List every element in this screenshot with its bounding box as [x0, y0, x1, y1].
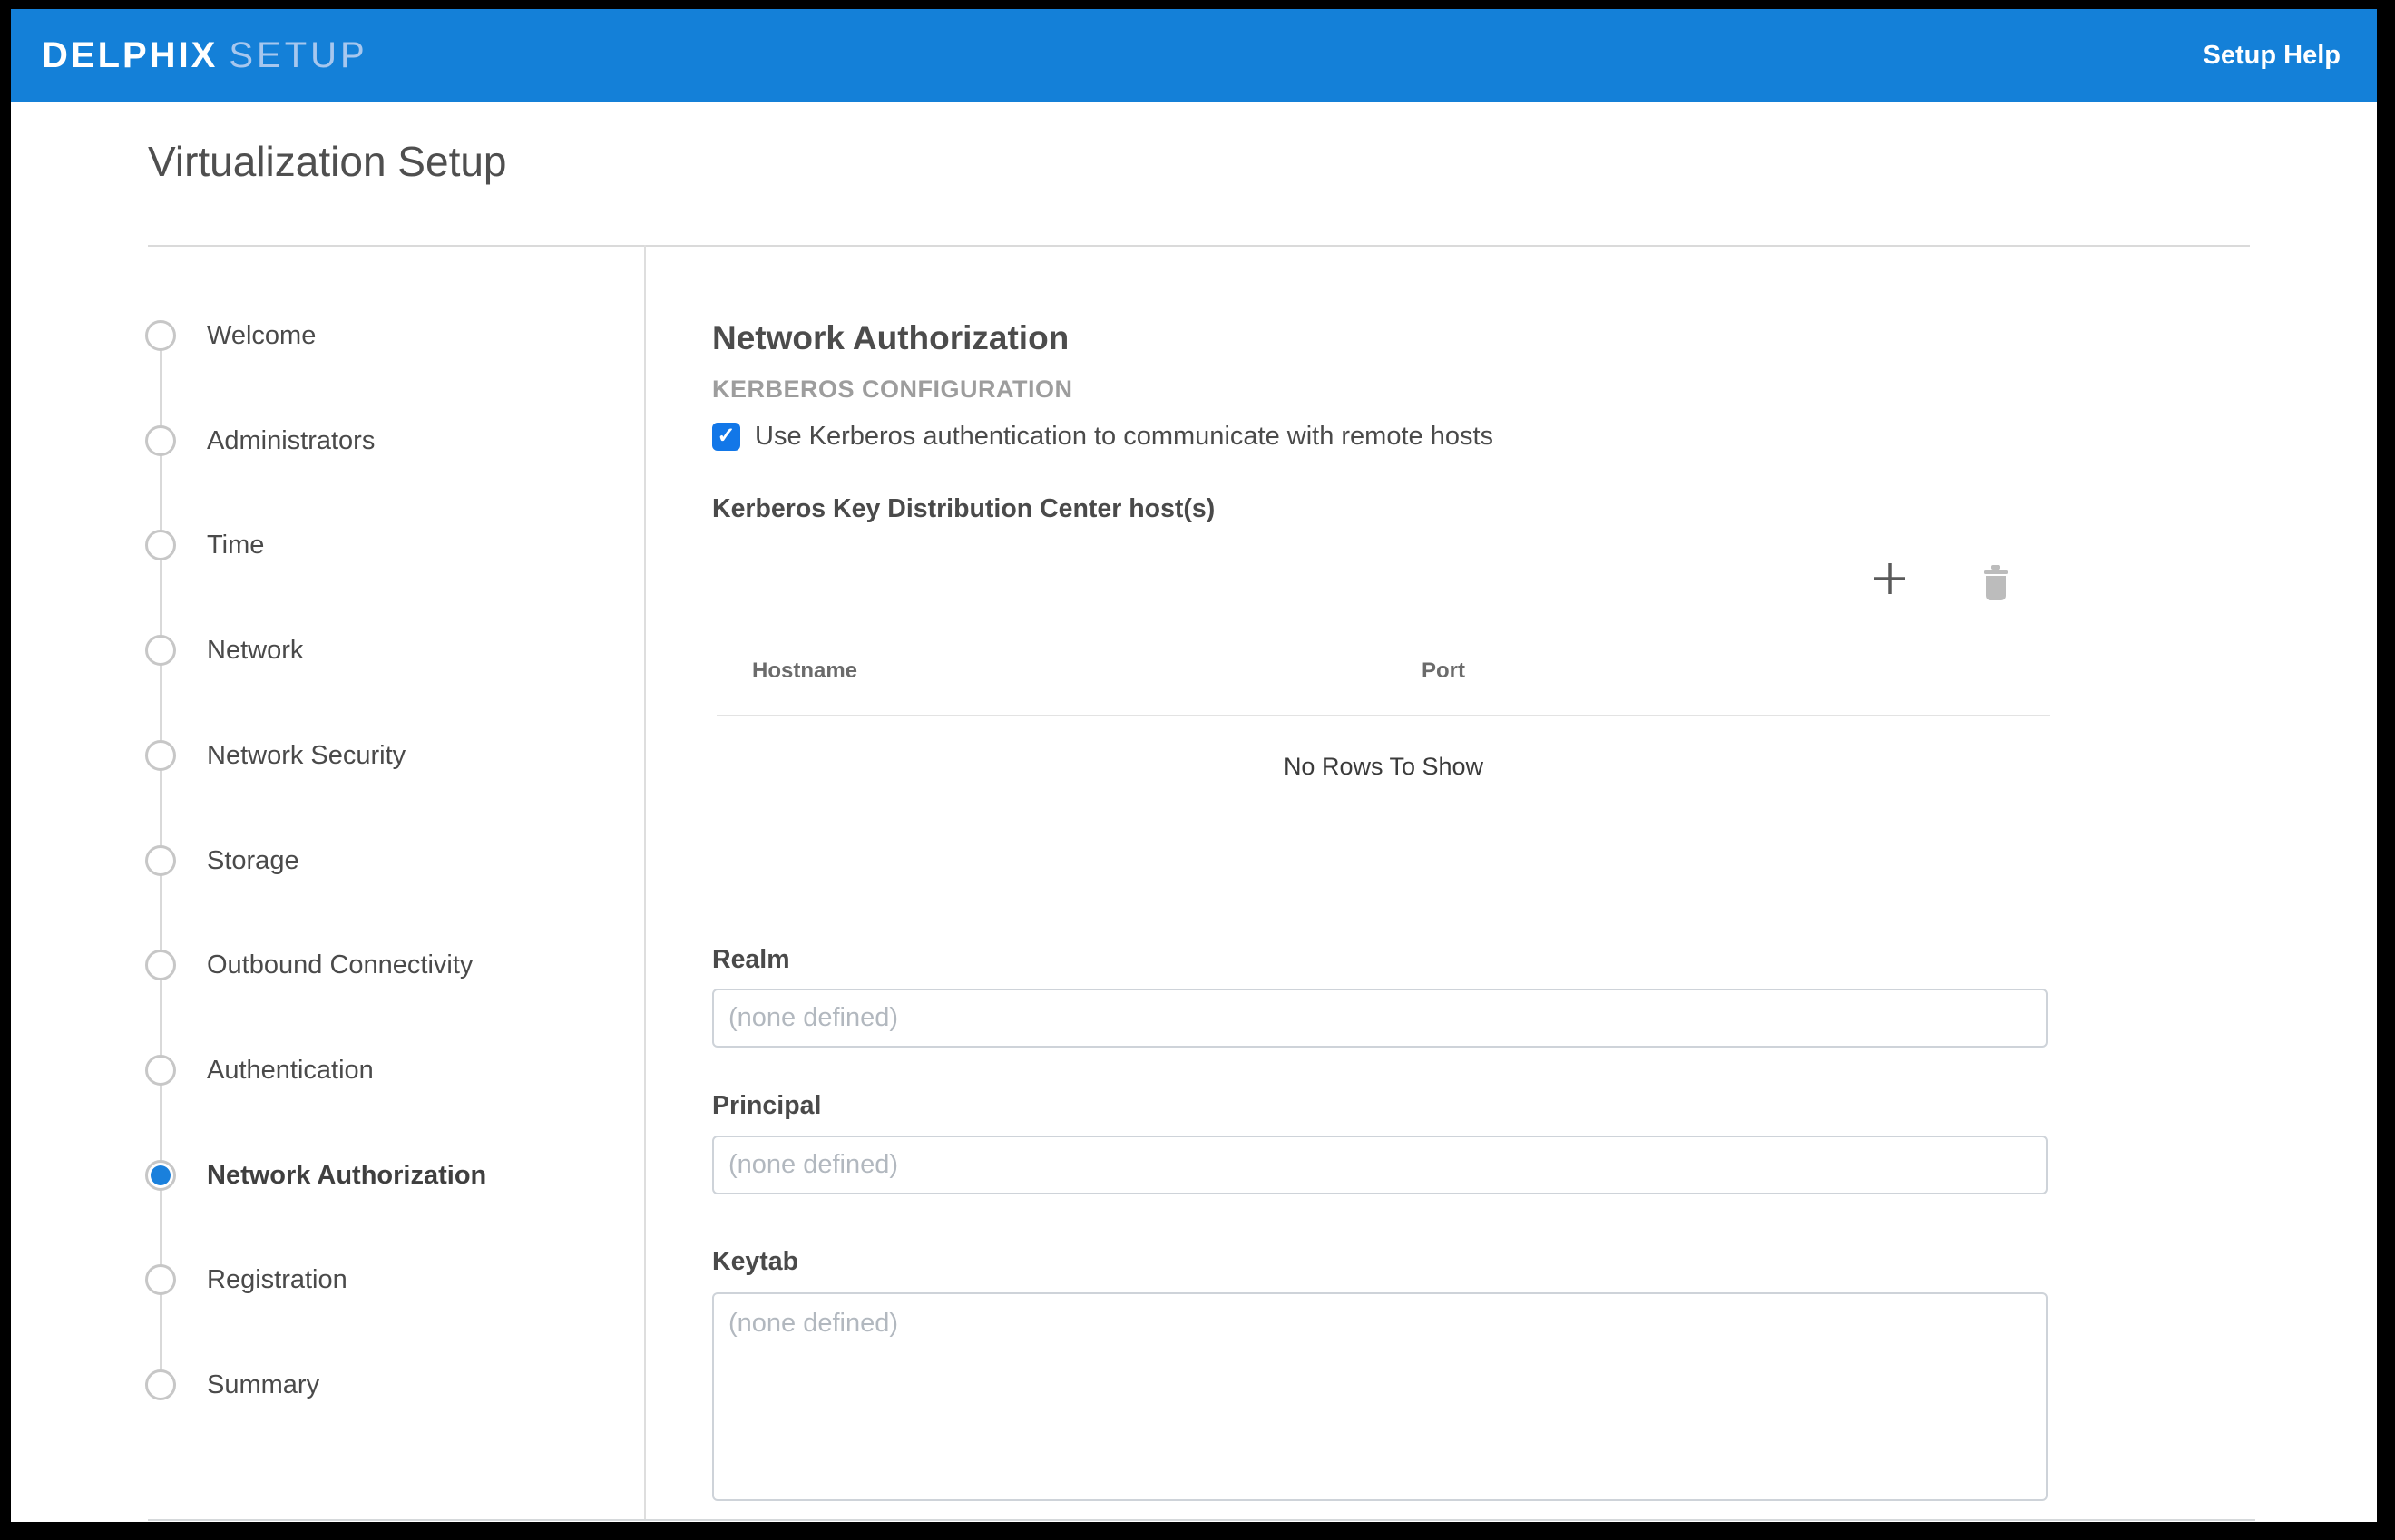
table-column-port: Port [1422, 658, 1465, 684]
table-header-divider [717, 715, 2050, 716]
setup-stepper: Welcome Administrators Time Network Netw… [11, 9, 644, 1522]
step-circle-icon [145, 635, 176, 666]
principal-input[interactable] [712, 1136, 2048, 1194]
sidebar-item-welcome[interactable]: Welcome [11, 312, 637, 359]
sidebar-item-time[interactable]: Time [11, 521, 637, 569]
sidebar-item-network-security[interactable]: Network Security [11, 732, 637, 779]
sidebar-item-label: Network [207, 636, 303, 666]
sidebar-item-network-authorization[interactable]: Network Authorization [11, 1152, 637, 1199]
sidebar-item-label: Summary [207, 1370, 319, 1400]
sidebar-item-registration[interactable]: Registration [11, 1256, 637, 1303]
step-circle-icon [145, 950, 176, 980]
step-circle-icon [145, 425, 176, 456]
realm-input[interactable] [712, 989, 2048, 1048]
setup-help-link[interactable]: Setup Help [2204, 9, 2341, 102]
screenshot-frame: DELPHIX SETUP Setup Help Virtualization … [0, 0, 2395, 1540]
add-kdc-host-button[interactable] [1870, 559, 1910, 599]
sidebar-item-authentication[interactable]: Authentication [11, 1047, 637, 1094]
sidebar-main-divider [644, 245, 646, 1519]
sidebar-item-label: Network Security [207, 741, 406, 771]
sidebar-item-storage[interactable]: Storage [11, 837, 637, 884]
kerberos-configuration-subheading: KERBEROS CONFIGURATION [712, 375, 1073, 404]
setup-window: DELPHIX SETUP Setup Help Virtualization … [11, 9, 2377, 1522]
table-column-hostname: Hostname [752, 658, 857, 684]
keytab-label: Keytab [712, 1247, 798, 1277]
use-kerberos-checkbox-row: ✓ Use Kerberos authentication to communi… [712, 422, 1493, 452]
use-kerberos-checkbox[interactable]: ✓ [712, 423, 740, 451]
table-empty-message: No Rows To Show [717, 753, 2050, 781]
step-circle-icon [145, 530, 176, 560]
sidebar-item-label: Time [207, 531, 264, 560]
sidebar-item-summary[interactable]: Summary [11, 1361, 637, 1408]
step-circle-icon [145, 1055, 176, 1086]
trash-icon [1980, 565, 2011, 601]
sidebar-item-label: Network Authorization [207, 1161, 486, 1191]
sidebar-item-label: Outbound Connectivity [207, 950, 473, 980]
sidebar-item-outbound-connectivity[interactable]: Outbound Connectivity [11, 941, 637, 989]
principal-label: Principal [712, 1091, 821, 1121]
step-circle-icon [145, 1369, 176, 1400]
sidebar-item-administrators[interactable]: Administrators [11, 417, 637, 464]
use-kerberos-checkbox-label: Use Kerberos authentication to communica… [755, 422, 1493, 452]
checkmark-icon: ✓ [717, 425, 735, 447]
step-circle-icon [145, 1264, 176, 1295]
step-circle-icon [145, 740, 176, 771]
sidebar-item-label: Administrators [207, 426, 375, 456]
kdc-hosts-label: Kerberos Key Distribution Center host(s) [712, 494, 1215, 524]
step-circle-active-icon [145, 1160, 176, 1191]
step-circle-icon [145, 845, 176, 876]
keytab-textarea[interactable] [712, 1292, 2048, 1501]
sidebar-item-label: Authentication [207, 1056, 374, 1086]
step-circle-icon [145, 320, 176, 351]
sidebar-item-network[interactable]: Network [11, 627, 637, 674]
sidebar-item-label: Welcome [207, 321, 316, 351]
plus-icon [1872, 561, 1907, 596]
sidebar-item-label: Storage [207, 846, 299, 876]
realm-label: Realm [712, 945, 790, 975]
sidebar-item-label: Registration [207, 1265, 347, 1295]
content-heading: Network Authorization [712, 319, 1069, 357]
delete-kdc-host-button[interactable] [1976, 563, 2016, 603]
